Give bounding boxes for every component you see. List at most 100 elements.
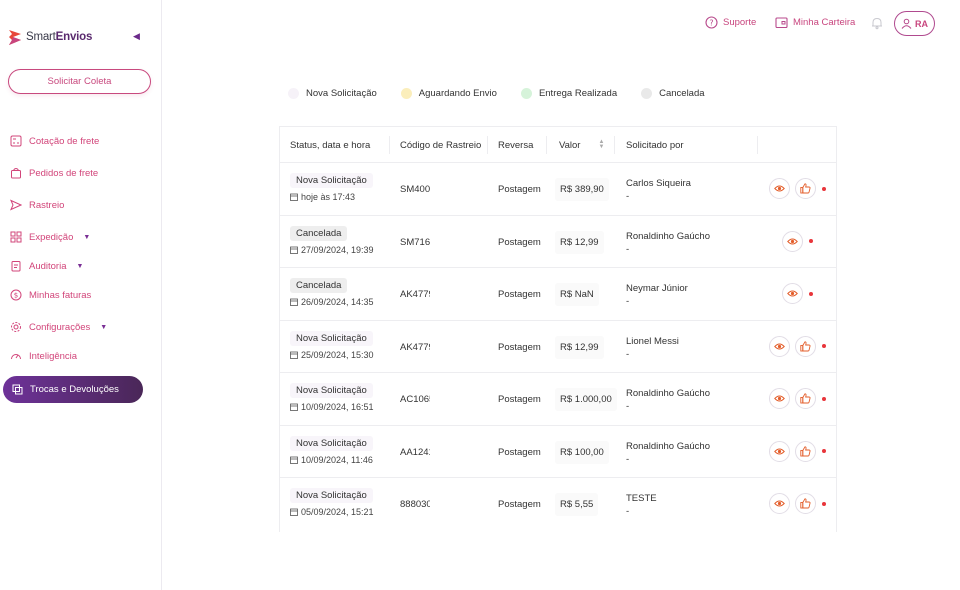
sidebar-item-pedidos[interactable]: Pedidos de frete <box>10 167 98 179</box>
table-row[interactable]: Cancelada 27/09/2024, 19:39 SM716! Posta… <box>280 216 836 268</box>
sidebar-item-auditoria[interactable]: Auditoria ▼ <box>10 260 83 272</box>
eye-icon <box>774 395 785 402</box>
view-button[interactable] <box>769 178 790 199</box>
column-header-codigo[interactable]: Código de Rastreio <box>400 127 481 163</box>
row-actions <box>769 388 826 409</box>
request-date: 05/09/2024, 15:21 <box>290 507 374 517</box>
calendar-icon <box>290 456 298 464</box>
requester: Lionel Messi - <box>626 335 679 361</box>
column-separator <box>614 136 615 154</box>
solicitar-coleta-button[interactable]: Solicitar Coleta <box>8 69 151 94</box>
view-button[interactable] <box>769 440 790 462</box>
chevron-down-icon: ▼ <box>100 323 108 331</box>
status-badge: Nova Solicitação <box>290 488 373 503</box>
legend-label: Entrega Realizada <box>538 88 618 99</box>
legend-label: Cancelada <box>659 88 705 99</box>
order-value: R$ 1.000,00 <box>555 388 617 411</box>
sidebar-item-rastreio[interactable]: Rastreio <box>10 199 64 211</box>
sidebar-item-trocas-devolucoes[interactable]: Trocas e Devoluções <box>3 376 143 403</box>
approve-button[interactable] <box>795 388 816 409</box>
reversa-type: Postagem <box>498 341 541 353</box>
sidebar-item-configuracoes[interactable]: Configurações ▼ <box>10 321 107 333</box>
order-value: R$ NaN <box>555 283 599 306</box>
order-value: R$ 12,99 <box>555 230 604 254</box>
thumbs-up-icon <box>800 183 811 194</box>
chevron-down-icon: ▼ <box>76 262 84 270</box>
tracking-code: SM716! <box>400 236 430 248</box>
view-button[interactable] <box>782 283 803 304</box>
status-badge: Cancelada <box>290 278 348 293</box>
reversa-type: Postagem <box>498 499 541 510</box>
sidebar-item-cotacao[interactable]: Cotação de frete <box>10 135 99 147</box>
column-separator <box>757 136 758 154</box>
table-body: Nova Solicitação hoje às 17:43 SM400! Po… <box>280 163 836 531</box>
requester-name: Neymar Júnior <box>626 283 688 294</box>
order-value: R$ 12,99 <box>555 335 604 359</box>
sidebar-item-label: Cotação de frete <box>29 135 100 147</box>
tracking-code: AK4779 <box>400 341 430 353</box>
table-header: Status, data e hora Código de Rastreio R… <box>280 127 836 163</box>
view-button[interactable] <box>769 388 790 409</box>
row-actions <box>769 335 826 357</box>
table-row[interactable]: Cancelada 26/09/2024, 14:35 AK4779 Posta… <box>280 268 836 321</box>
calendar-icon <box>290 351 298 359</box>
view-button[interactable] <box>769 335 790 357</box>
eye-icon <box>774 500 785 507</box>
column-separator <box>546 136 547 154</box>
support-link[interactable]: ? Suporte <box>705 16 756 29</box>
clipboard-icon <box>11 261 21 272</box>
table-row[interactable]: Nova Solicitação 25/09/2024, 15:30 AK477… <box>280 321 836 373</box>
view-button[interactable] <box>769 493 790 514</box>
alert-dot <box>822 501 826 506</box>
sidebar-item-label: Minhas faturas <box>29 289 92 301</box>
gauge-icon <box>11 354 21 360</box>
legend-dot <box>520 88 532 99</box>
approve-button[interactable] <box>795 493 816 514</box>
alert-dot <box>822 396 826 401</box>
date-text: hoje às 17:43 <box>301 192 356 202</box>
requester: Neymar Júnior - <box>626 282 688 308</box>
wallet-link[interactable]: Minha Carteira <box>775 16 855 29</box>
brand-logo[interactable]: SmartEnvios <box>8 28 92 46</box>
user-avatar-button[interactable]: RA <box>894 11 935 36</box>
reversa-type: Postagem <box>498 184 541 195</box>
column-header-reversa[interactable]: Reversa <box>498 127 533 163</box>
request-date: 10/09/2024, 16:51 <box>290 402 374 412</box>
smartenvios-logo-icon <box>9 30 21 45</box>
sidebar-item-faturas[interactable]: $ Minhas faturas <box>10 289 91 301</box>
table-row[interactable]: Nova Solicitação 10/09/2024, 16:51 AC106… <box>280 373 836 426</box>
thumbs-up-icon <box>800 498 811 509</box>
requester-sub: - <box>626 401 630 412</box>
bell-icon[interactable] <box>870 16 884 30</box>
collapse-sidebar-icon[interactable]: ◀ <box>133 31 140 42</box>
table-row[interactable]: Nova Solicitação hoje às 17:43 SM400! Po… <box>280 163 836 216</box>
table-row[interactable]: Nova Solicitação 10/09/2024, 11:46 AA124… <box>280 426 836 478</box>
sort-icon[interactable]: ▲ ▼ <box>598 139 604 150</box>
column-header-status[interactable]: Status, data e hora <box>290 127 370 163</box>
table-row[interactable]: Nova Solicitação 05/09/2024, 15:21 88803… <box>280 478 836 531</box>
sidebar-item-inteligencia[interactable]: Inteligência <box>10 350 77 362</box>
column-header-valor[interactable]: Valor ▲ ▼ <box>559 127 604 163</box>
alert-dot <box>809 291 813 296</box>
alert-dot <box>822 344 826 348</box>
tracking-code: AA1241 <box>400 446 430 458</box>
approve-button[interactable] <box>795 335 816 357</box>
sidebar-item-label: Auditoria <box>29 260 67 272</box>
row-actions <box>782 230 813 252</box>
sidebar-item-expedicao[interactable]: Expedição ▼ <box>10 231 90 243</box>
chevron-down-icon: ▼ <box>83 233 91 241</box>
row-actions <box>782 283 813 304</box>
view-button[interactable] <box>782 230 803 252</box>
eye-icon <box>787 238 798 244</box>
column-header-solicitado[interactable]: Solicitado por <box>626 127 684 163</box>
tracking-code: AK4779 <box>400 289 430 300</box>
reversa-type: Postagem <box>498 446 541 458</box>
row-actions <box>769 493 826 514</box>
requester-name: Lionel Messi <box>626 335 679 347</box>
reversa-type: Postagem <box>498 394 541 405</box>
approve-button[interactable] <box>795 178 816 199</box>
user-icon <box>901 18 912 29</box>
column-separator <box>389 136 390 154</box>
requester-sub: - <box>626 243 630 255</box>
approve-button[interactable] <box>795 440 816 462</box>
